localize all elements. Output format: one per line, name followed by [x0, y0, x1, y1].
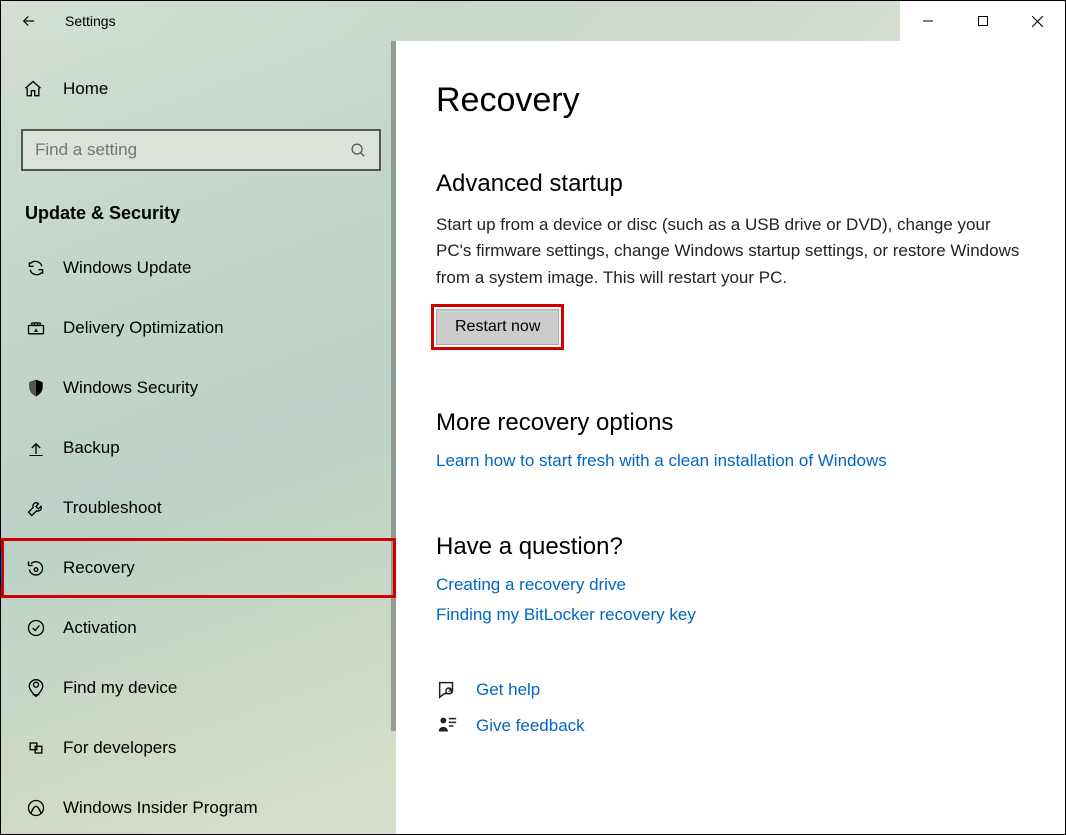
sidebar-item-label: For developers [63, 738, 176, 758]
feedback-icon [436, 715, 460, 737]
recovery-icon [23, 557, 49, 579]
sidebar-item-windows-update[interactable]: Windows Update [1, 238, 396, 298]
give-feedback-row: Give feedback [436, 715, 1025, 737]
search-input[interactable] [35, 140, 350, 160]
give-feedback-link[interactable]: Give feedback [476, 716, 585, 736]
minimize-icon [922, 15, 934, 27]
developers-icon [23, 737, 49, 759]
sidebar-item-windows-security[interactable]: Windows Security [1, 358, 396, 418]
start-fresh-link[interactable]: Learn how to start fresh with a clean in… [436, 451, 887, 471]
sidebar-section-title: Update & Security [1, 179, 396, 238]
sidebar-home-label: Home [63, 79, 108, 99]
get-help-link[interactable]: Get help [476, 680, 540, 700]
get-help-icon [436, 679, 460, 701]
get-help-row: Get help [436, 679, 1025, 701]
have-question-heading: Have a question? [436, 533, 1025, 561]
sidebar-item-label: Backup [63, 438, 120, 458]
content-pane: Recovery Advanced startup Start up from … [396, 41, 1065, 834]
sidebar-item-label: Find my device [63, 678, 177, 698]
sidebar-item-recovery[interactable]: Recovery [1, 538, 396, 598]
page-title: Recovery [436, 81, 1025, 120]
sidebar-item-label: Activation [63, 618, 137, 638]
sidebar-item-activation[interactable]: Activation [1, 598, 396, 658]
window-controls [900, 1, 1065, 41]
sidebar-item-troubleshoot[interactable]: Troubleshoot [1, 478, 396, 538]
maximize-icon [977, 15, 989, 27]
restart-now-button[interactable]: Restart now [436, 309, 559, 345]
search-box[interactable] [21, 129, 381, 171]
insider-icon [23, 797, 49, 819]
backup-icon [23, 437, 49, 459]
title-bar: Settings [1, 1, 1065, 41]
sidebar-item-label: Windows Update [63, 258, 192, 278]
sidebar-item-backup[interactable]: Backup [1, 418, 396, 478]
sidebar-item-label: Recovery [63, 558, 135, 578]
search-icon [350, 142, 367, 159]
back-button[interactable] [11, 3, 47, 39]
window-title: Settings [65, 13, 116, 29]
refresh-icon [23, 257, 49, 279]
shield-icon [23, 377, 49, 399]
sidebar-item-label: Troubleshoot [63, 498, 162, 518]
advanced-startup-body: Start up from a device or disc (such as … [436, 212, 1025, 291]
sidebar-home[interactable]: Home [1, 61, 396, 117]
recovery-drive-link[interactable]: Creating a recovery drive [436, 575, 626, 595]
advanced-startup-heading: Advanced startup [436, 170, 1025, 198]
location-icon [23, 677, 49, 699]
check-circle-icon [23, 617, 49, 639]
sidebar-item-label: Delivery Optimization [63, 318, 224, 338]
sidebar-item-label: Windows Insider Program [63, 798, 258, 818]
bitlocker-key-link[interactable]: Finding my BitLocker recovery key [436, 605, 696, 625]
maximize-button[interactable] [955, 1, 1010, 41]
home-icon [23, 78, 49, 100]
wrench-icon [23, 497, 49, 519]
more-recovery-heading: More recovery options [436, 409, 1025, 437]
sidebar-item-windows-insider-program[interactable]: Windows Insider Program [1, 778, 396, 834]
sidebar-item-label: Windows Security [63, 378, 198, 398]
sidebar-item-delivery-optimization[interactable]: Delivery Optimization [1, 298, 396, 358]
minimize-button[interactable] [900, 1, 955, 41]
sidebar: Home Update & Security Windows Update Del… [1, 41, 396, 834]
close-button[interactable] [1010, 1, 1065, 41]
sidebar-item-for-developers[interactable]: For developers [1, 718, 396, 778]
sidebar-item-find-my-device[interactable]: Find my device [1, 658, 396, 718]
arrow-left-icon [20, 12, 38, 30]
close-icon [1031, 15, 1044, 28]
delivery-icon [23, 317, 49, 339]
